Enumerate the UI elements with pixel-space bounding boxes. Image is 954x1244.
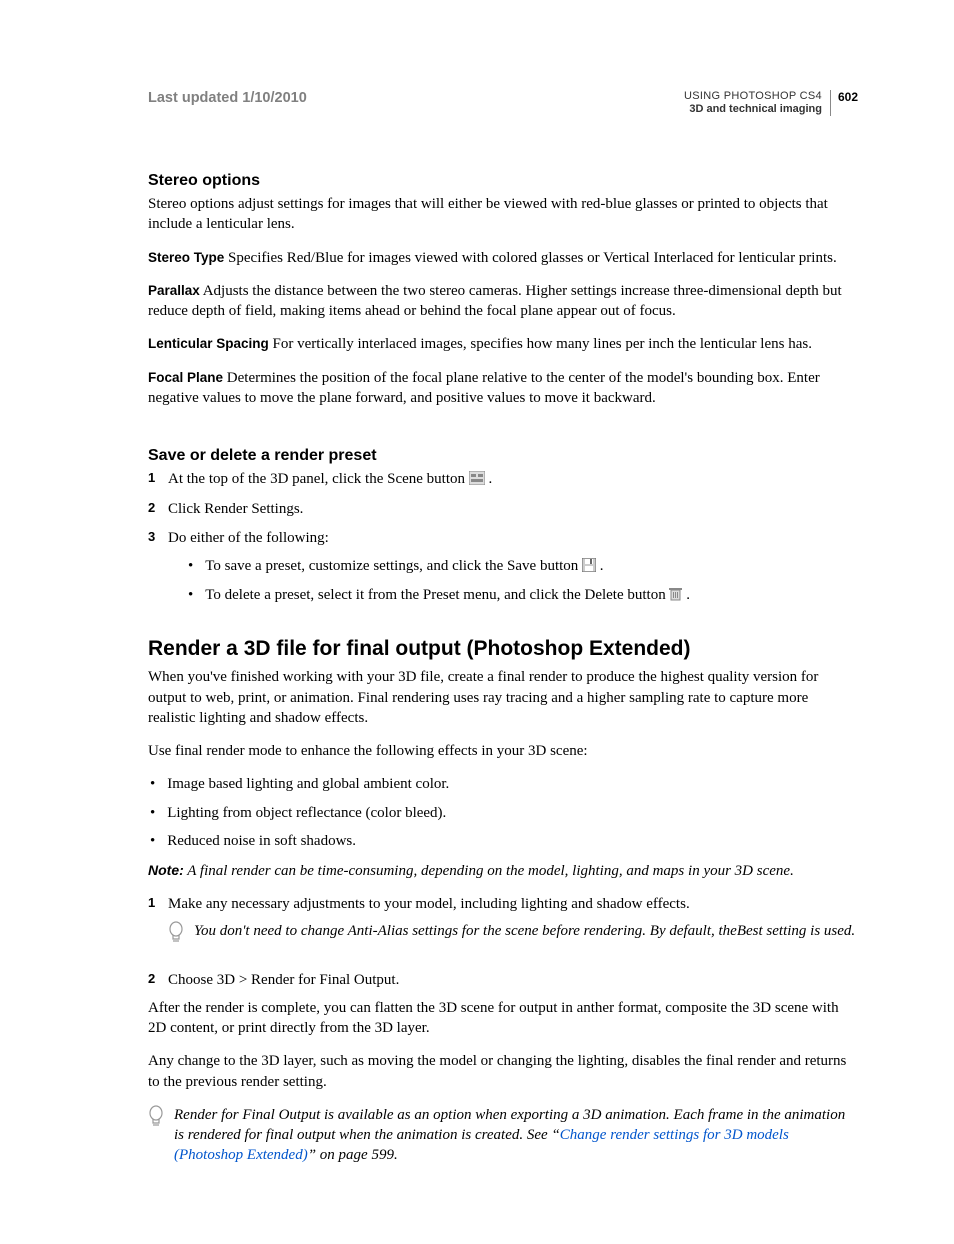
step-2: 2 Choose 3D > Render for Final Output. [148, 970, 858, 990]
tip-text: Render for Final Output is available as … [174, 1105, 858, 1166]
render-p1: When you've finished working with your 3… [148, 667, 858, 728]
bullet-dot: • [188, 556, 193, 578]
save-icon [582, 558, 596, 578]
step-text: Make any necessary adjustments to your m… [168, 894, 690, 914]
preset-steps: 1 At the top of the 3D panel, click the … [148, 469, 858, 548]
term-text: Adjusts the distance between the two ste… [148, 283, 842, 319]
heading-render-final: Render a 3D file for final output (Photo… [148, 637, 858, 661]
last-updated: Last updated 1/10/2010 [148, 90, 307, 106]
term-text: Determines the position of the focal pla… [148, 370, 820, 406]
term-parallax: Parallax Adjusts the distance between th… [148, 281, 858, 322]
bullet-dot: • [150, 831, 155, 851]
stereo-intro: Stereo options adjust settings for image… [148, 194, 858, 235]
tip-text: You don't need to change Anti-Alias sett… [194, 921, 858, 941]
bullet-dot: • [150, 803, 155, 823]
step-number: 3 [148, 528, 158, 546]
term-label: Focal Plane [148, 370, 223, 385]
step-number: 1 [148, 469, 158, 487]
term-text: Specifies Red/Blue for images viewed wit… [224, 250, 836, 266]
page: Last updated 1/10/2010 USING PHOTOSHOP C… [0, 0, 954, 1244]
step-1: 1 At the top of the 3D panel, click the … [148, 469, 858, 491]
preset-sub-bullets: • To save a preset, customize settings, … [148, 556, 858, 608]
delete-icon [669, 587, 682, 607]
term-stereo-type: Stereo Type Specifies Red/Blue for image… [148, 248, 858, 268]
chapter-name: 3D and technical imaging [684, 103, 822, 115]
render-steps-2: 2 Choose 3D > Render for Final Output. [148, 970, 858, 990]
bullet-dot: • [150, 774, 155, 794]
term-label: Lenticular Spacing [148, 336, 269, 351]
bullet: • Reduced noise in soft shadows. [148, 831, 858, 851]
bullet-text: To delete a preset, select it from the P… [205, 585, 690, 607]
step-text: Click Render Settings. [168, 499, 303, 519]
bullet: • Image based lighting and global ambien… [148, 774, 858, 794]
bullet-delete: • To delete a preset, select it from the… [148, 585, 858, 607]
step-text: At the top of the 3D panel, click the Sc… [168, 469, 492, 491]
note-text: A final render can be time-consuming, de… [184, 863, 794, 879]
render-steps: 1 Make any necessary adjustments to your… [148, 894, 858, 914]
term-label: Parallax [148, 283, 200, 298]
step-1: 1 Make any necessary adjustments to your… [148, 894, 858, 914]
term-lenticular: Lenticular Spacing For vertically interl… [148, 334, 858, 354]
render-bullets: • Image based lighting and global ambien… [148, 774, 858, 851]
step-3: 3 Do either of the following: [148, 528, 858, 548]
step-number: 1 [148, 894, 158, 912]
heading-render-preset: Save or delete a render preset [148, 447, 858, 465]
render-p4: Any change to the 3D layer, such as movi… [148, 1051, 858, 1092]
note-label: Note: [148, 862, 184, 878]
step-2: 2 Click Render Settings. [148, 499, 858, 519]
term-text: For vertically interlaced images, specif… [269, 336, 812, 352]
page-header: Last updated 1/10/2010 USING PHOTOSHOP C… [148, 90, 858, 116]
product-name: USING PHOTOSHOP CS4 [684, 90, 822, 102]
bullet: • Lighting from object reflectance (colo… [148, 803, 858, 823]
step-number: 2 [148, 499, 158, 517]
bullet-dot: • [188, 585, 193, 607]
scene-icon [469, 471, 485, 491]
bullet-text: To save a preset, customize settings, an… [205, 556, 603, 578]
heading-stereo-options: Stereo options [148, 172, 858, 190]
bullet-text: Reduced noise in soft shadows. [167, 831, 356, 851]
step-text: Choose 3D > Render for Final Output. [168, 970, 399, 990]
render-p3: After the render is complete, you can fl… [148, 998, 858, 1039]
render-p2: Use final render mode to enhance the fol… [148, 741, 858, 761]
tip-final-output: Render for Final Output is available as … [148, 1105, 858, 1166]
term-focal-plane: Focal Plane Determines the position of t… [148, 368, 858, 409]
note: Note: A final render can be time-consumi… [148, 861, 858, 881]
bullet-text: Image based lighting and global ambient … [167, 774, 449, 794]
lightbulb-icon [168, 921, 184, 948]
tip-anti-alias: You don't need to change Anti-Alias sett… [148, 921, 858, 948]
page-number: 602 [830, 90, 858, 116]
bullet-text: Lighting from object reflectance (color … [167, 803, 446, 823]
header-right: USING PHOTOSHOP CS4 3D and technical ima… [684, 90, 858, 116]
term-label: Stereo Type [148, 250, 224, 265]
bullet-save: • To save a preset, customize settings, … [148, 556, 858, 578]
step-text: Do either of the following: [168, 528, 329, 548]
lightbulb-icon [148, 1105, 164, 1132]
step-number: 2 [148, 970, 158, 988]
